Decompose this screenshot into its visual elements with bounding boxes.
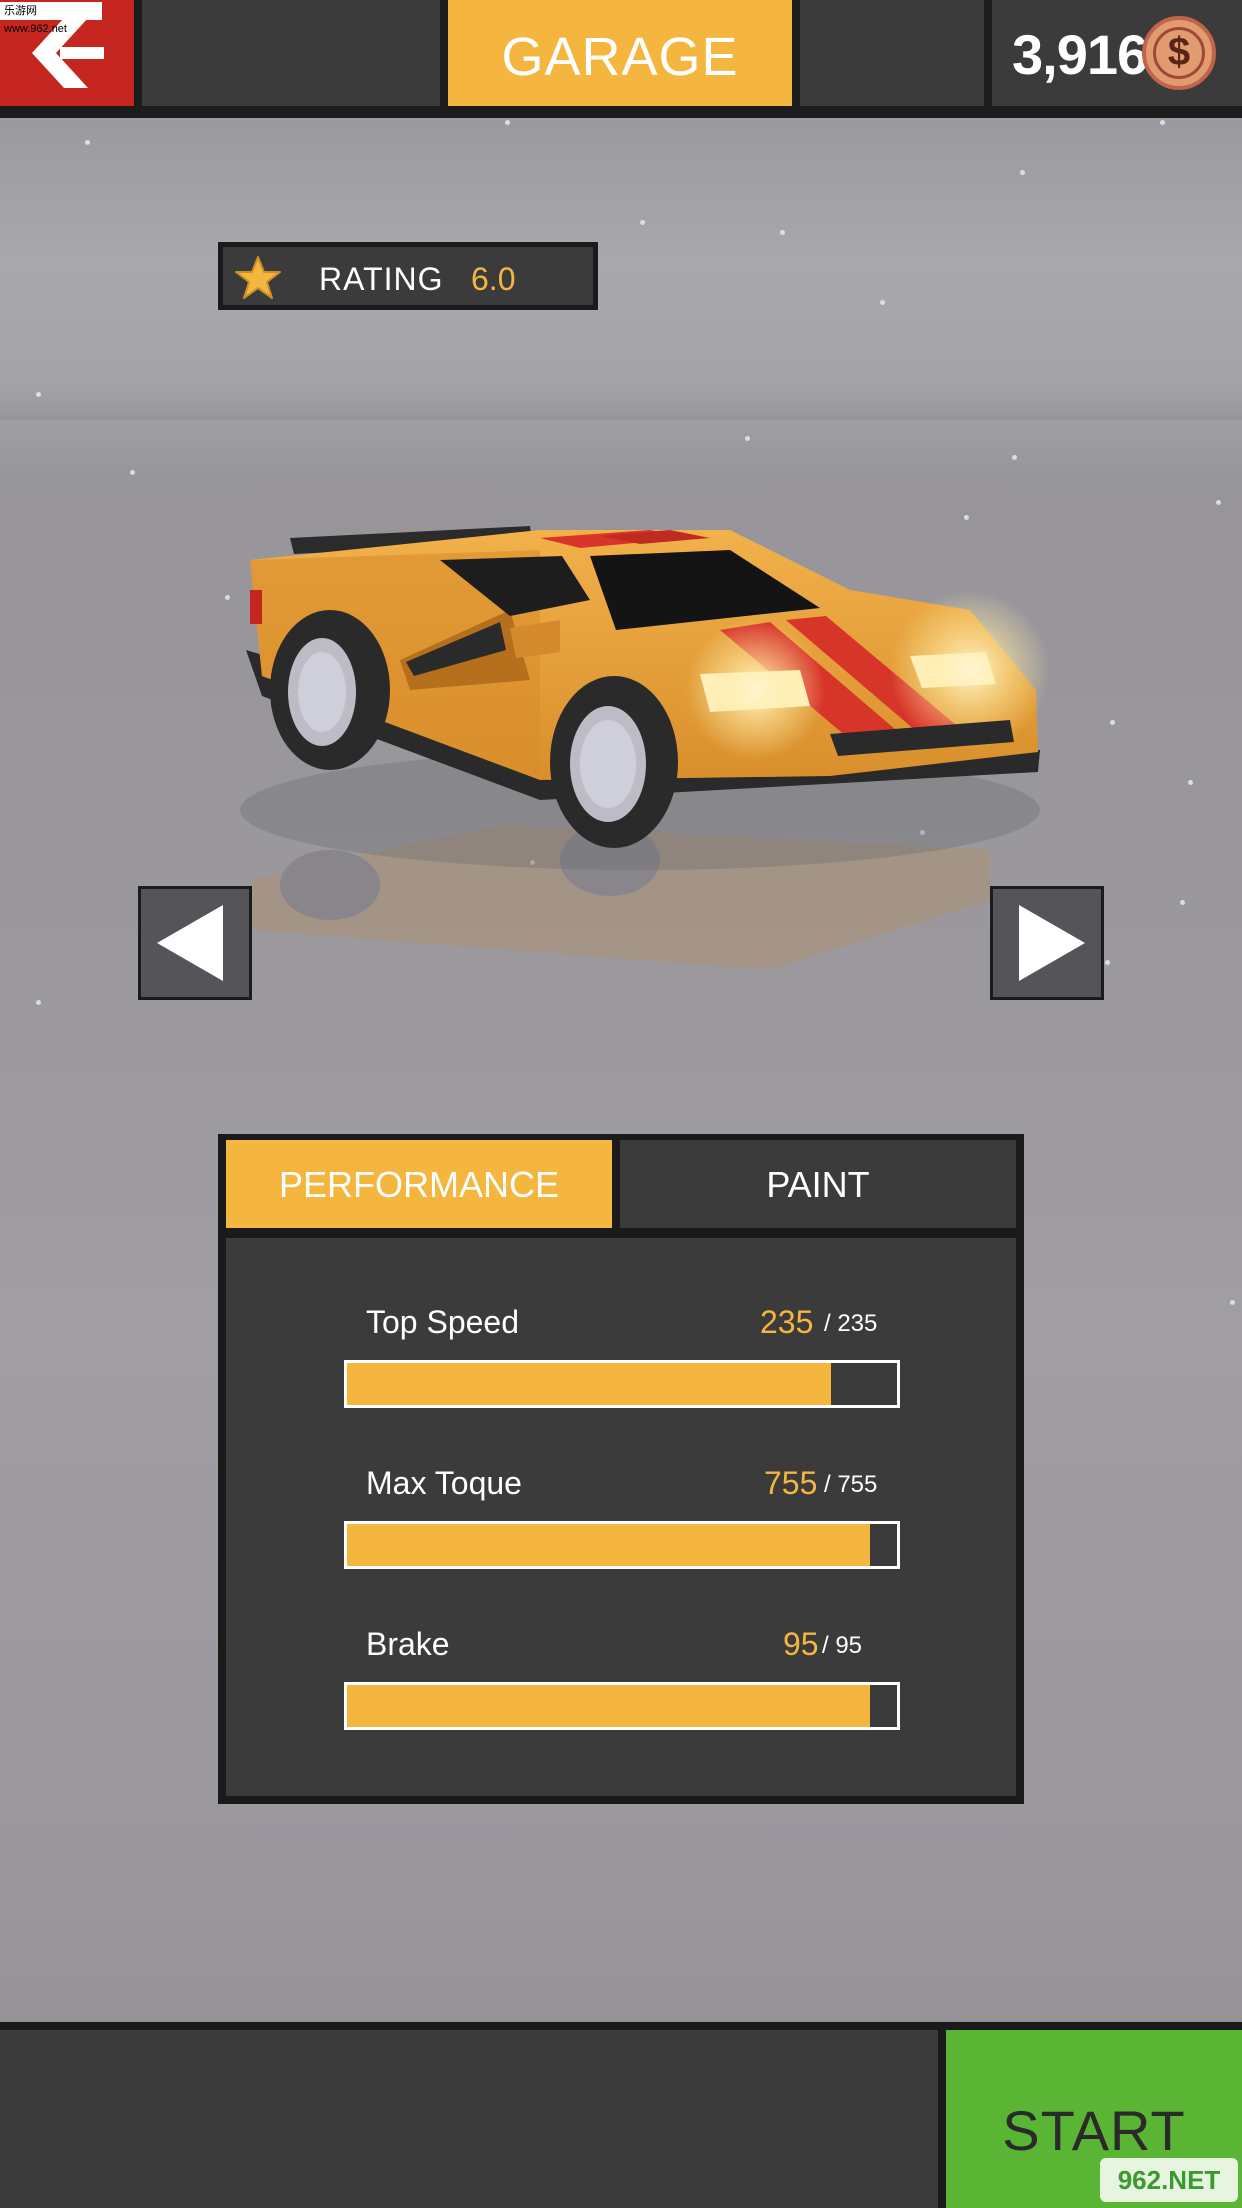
rating-label: RATING [319, 261, 444, 297]
snow-particle [640, 220, 645, 225]
snow-particle [745, 436, 750, 441]
snow-particle [1230, 1300, 1235, 1305]
stat-bar [344, 1360, 900, 1408]
stat-name: Max Toque [366, 1465, 522, 1501]
snow-particle [1012, 455, 1017, 460]
previous-car-button[interactable] [138, 886, 252, 1000]
snow-particle [1160, 120, 1165, 125]
tab-performance[interactable]: PERFORMANCE [226, 1140, 612, 1228]
stat-brake: Brake 95 / 95 [226, 1626, 1016, 1766]
stat-value: 95 [783, 1626, 819, 1662]
stat-top-speed: Top Speed 235 / 235 [226, 1304, 1016, 1444]
snow-particle [780, 230, 785, 235]
stat-bar [344, 1521, 900, 1569]
start-button-label: START [1002, 2099, 1186, 2162]
snow-particle [880, 300, 885, 305]
rating-badge: RATING 6.0 [218, 242, 598, 310]
stat-max: / 95 [822, 1632, 863, 1659]
snow-particle [36, 1000, 41, 1005]
snow-particle [1105, 960, 1110, 965]
stat-value: 755 [764, 1465, 818, 1501]
snow-particle [85, 140, 90, 145]
bottom-bar: START [0, 2022, 1242, 2208]
coin-symbol: $ [1167, 30, 1191, 74]
coin-icon: $ [1142, 16, 1216, 90]
snow-particle [1020, 170, 1025, 175]
garage-tab: GARAGE [448, 0, 792, 106]
snow-particle [130, 470, 135, 475]
watermark-top: 乐游网 www.962.net [0, 2, 102, 35]
stat-bar-fill [347, 1524, 870, 1566]
car-illustration [240, 526, 1050, 970]
top-bar-panel [800, 0, 984, 106]
coin-balance: 3,916 $ [992, 0, 1242, 106]
tab-paint-label: PAINT [766, 1164, 870, 1205]
stat-name: Brake [366, 1626, 450, 1662]
triangle-right-icon [1019, 905, 1085, 981]
snow-particle [1180, 900, 1185, 905]
snow-particle [1188, 780, 1193, 785]
stat-bar-fill [347, 1363, 831, 1405]
snow-particle [1110, 720, 1115, 725]
bottom-bar-panel [0, 2030, 938, 2208]
stats-panel: PERFORMANCE PAINT Top Speed 235 / 235 Ma… [218, 1134, 1024, 1804]
watermark-bottom: 962.NET [1100, 2158, 1238, 2202]
stat-bar-fill [347, 1685, 870, 1727]
rating-value: 6.0 [471, 261, 516, 297]
next-car-button[interactable] [990, 886, 1104, 1000]
stat-name: Top Speed [366, 1304, 520, 1340]
stat-max: / 235 [824, 1310, 878, 1337]
star-icon [235, 256, 281, 299]
top-bar: GARAGE 3,916 $ [0, 0, 1242, 118]
stat-value: 235 [760, 1304, 814, 1340]
top-bar-panel [142, 0, 440, 106]
stat-bar [344, 1682, 900, 1730]
page-title: GARAGE [501, 27, 739, 87]
triangle-left-icon [157, 905, 223, 981]
snow-particle [1216, 500, 1221, 505]
horizon [0, 380, 1242, 420]
stat-max-torque: Max Toque 755 / 755 [226, 1465, 1016, 1605]
snow-particle [505, 120, 510, 125]
coin-amount: 3,916 [1012, 23, 1148, 86]
snow-particle [36, 392, 41, 397]
performance-stats: Top Speed 235 / 235 Max Toque 755 / 755 … [226, 1238, 1016, 1796]
tab-paint[interactable]: PAINT [620, 1140, 1016, 1228]
tab-performance-label: PERFORMANCE [278, 1164, 560, 1205]
stat-max: / 755 [824, 1471, 878, 1498]
